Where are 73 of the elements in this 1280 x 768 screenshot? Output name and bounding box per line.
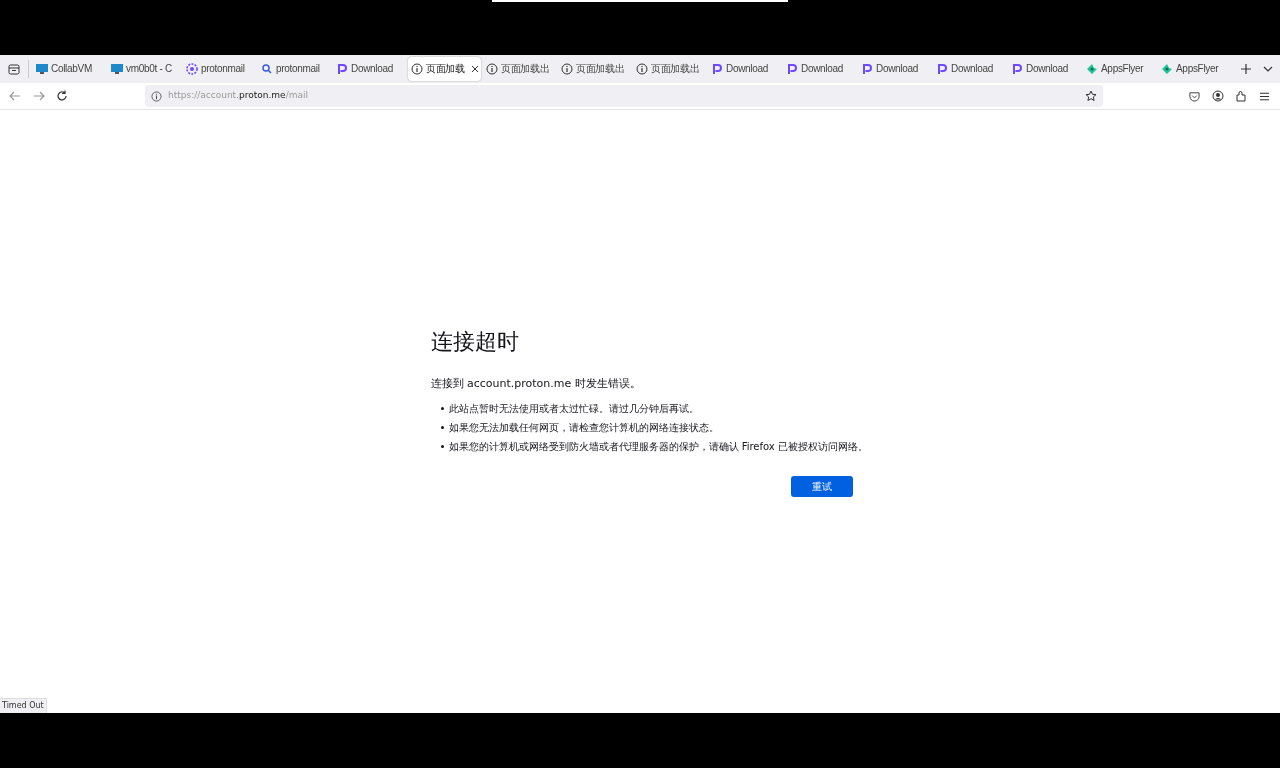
p-logo-icon xyxy=(936,63,948,75)
status-text: Timed Out xyxy=(0,698,47,713)
tab-title: Download xyxy=(351,63,394,75)
star-icon[interactable] xyxy=(1085,90,1097,102)
info-icon xyxy=(486,63,498,75)
browser-tab[interactable]: Download xyxy=(858,57,931,81)
browser-tab[interactable]: AppsFlyer xyxy=(1083,57,1156,81)
browser-tab[interactable]: Download xyxy=(783,57,856,81)
browser-tab[interactable]: CollabVM xyxy=(33,57,106,81)
browser-tab[interactable]: 页面加载出 xyxy=(558,57,631,81)
tab-title: CollabVM xyxy=(51,63,92,75)
p-logo-icon xyxy=(786,63,798,75)
browser-tab[interactable]: 页面加载出 xyxy=(633,57,706,81)
browser-tab[interactable]: vm0b0t - C xyxy=(108,57,181,81)
info-icon xyxy=(561,63,573,75)
retry-button[interactable]: 重试 xyxy=(790,475,853,497)
monitor-icon xyxy=(111,63,123,75)
info-icon xyxy=(636,63,648,75)
search-icon xyxy=(261,63,273,75)
flower-icon xyxy=(186,63,198,75)
reload-icon[interactable] xyxy=(56,90,68,102)
account-icon[interactable] xyxy=(1212,90,1224,102)
tab-title: Download xyxy=(726,63,769,75)
tab-title: protonmail xyxy=(276,63,320,75)
tab-title: protonmail xyxy=(201,63,245,75)
bullet-icon xyxy=(440,425,444,429)
browser-tab[interactable]: Download xyxy=(333,57,406,81)
browser-tab[interactable]: 页面加载出 xyxy=(483,57,556,81)
browser-tab[interactable]: Download xyxy=(708,57,781,81)
extensions-icon[interactable] xyxy=(1235,90,1247,102)
p-logo-icon xyxy=(861,63,873,75)
close-icon[interactable] xyxy=(470,65,479,73)
tab-list-icon[interactable] xyxy=(8,63,20,75)
tab-title: AppsFlyer xyxy=(1176,63,1219,75)
tab-title: 页面加载出 xyxy=(651,63,700,75)
browser-tab[interactable]: 页面加载 xyxy=(408,57,481,81)
pocket-icon[interactable] xyxy=(1189,90,1200,102)
p-logo-icon xyxy=(336,63,348,75)
tab-title: vm0b0t - C xyxy=(126,63,172,75)
p-logo-icon xyxy=(1011,63,1023,75)
browser-tab[interactable]: Download xyxy=(1008,57,1081,81)
leaf-icon xyxy=(1086,63,1098,75)
browser-tab[interactable]: AppsFlyer xyxy=(1158,57,1231,81)
url-text: https://account.proton.me/mail xyxy=(168,89,308,103)
tab-title: Download xyxy=(1026,63,1069,75)
p-logo-icon xyxy=(711,63,723,75)
forward-icon[interactable] xyxy=(33,90,45,102)
bullet-icon xyxy=(440,444,444,448)
chevron-down-icon[interactable] xyxy=(1263,64,1273,74)
error-title: 连接超时 xyxy=(430,328,520,356)
browser-tab[interactable]: Download xyxy=(933,57,1006,81)
suggestion-text: 如果您的计算机或网络受到防火墙或者代理服务器的保护，请确认 Firefox 已被授权访问网络。 xyxy=(448,439,868,454)
leaf-icon xyxy=(1161,63,1173,75)
error-message: 连接到 account.proton.me 时发生错误。 xyxy=(430,376,642,392)
tab-title: AppsFlyer xyxy=(1101,63,1144,75)
suggestion-text: 此站点暂时无法使用或者太过忙碌。请过几分钟后再试。 xyxy=(448,401,699,416)
menu-icon[interactable] xyxy=(1259,90,1270,102)
tab-title: 页面加载出 xyxy=(576,63,625,75)
browser-tab[interactable]: protonmail xyxy=(258,57,331,81)
tab-title: Download xyxy=(801,63,844,75)
suggestion-text: 如果您无法加载任何网页，请检查您计算机的网络连接状态。 xyxy=(448,420,719,435)
browser-tab[interactable]: protonmail xyxy=(183,57,256,81)
monitor-icon xyxy=(36,63,48,75)
new-tab-icon[interactable] xyxy=(1241,64,1251,74)
tab-title: Download xyxy=(951,63,994,75)
back-icon[interactable] xyxy=(9,90,21,102)
tab-title: 页面加载 xyxy=(426,63,465,75)
info-icon xyxy=(411,63,423,75)
address-bar[interactable]: https://account.proton.me/mail xyxy=(145,85,1103,107)
bullet-icon xyxy=(440,406,444,410)
tab-title: 页面加载出 xyxy=(501,63,550,75)
info-icon xyxy=(151,90,162,102)
tab-title: Download xyxy=(876,63,919,75)
